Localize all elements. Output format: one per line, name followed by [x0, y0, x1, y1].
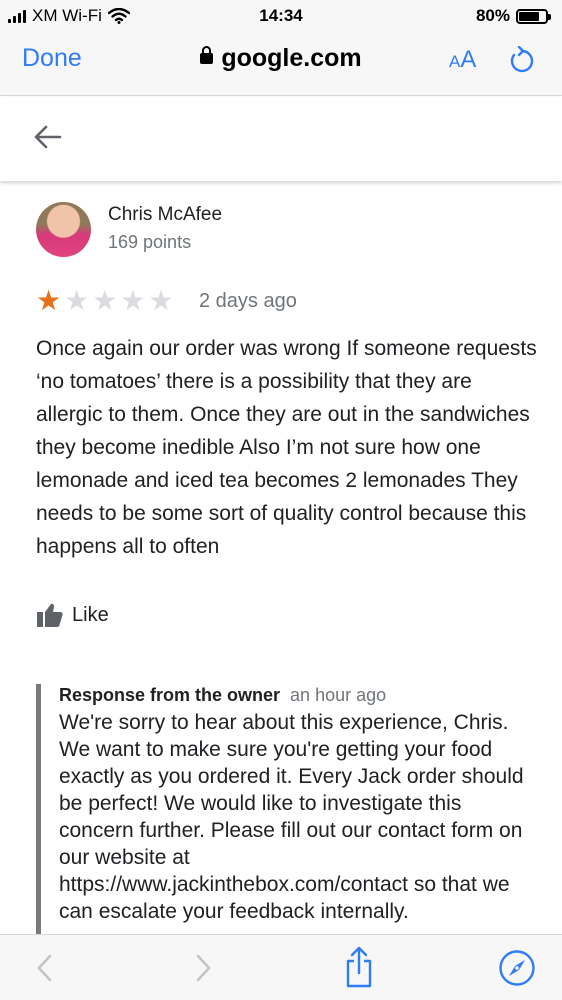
reviewer-points: 169 points	[108, 232, 192, 252]
chevron-left-icon[interactable]	[32, 952, 58, 984]
star-filled-icon: ★	[36, 285, 62, 316]
star-empty-icon: ★	[120, 285, 146, 316]
url-display[interactable]: google.com	[0, 44, 562, 73]
status-right: 80%	[475, 6, 551, 26]
text-size-button[interactable]: AA	[449, 46, 476, 74]
page-header	[0, 97, 562, 181]
lock-icon	[200, 46, 214, 64]
bottom-toolbar	[0, 934, 562, 1000]
like-button[interactable]: Like	[36, 602, 109, 628]
url-text: google.com	[221, 44, 362, 72]
avatar[interactable]	[36, 202, 91, 257]
review-text: Once again our order was wrong If someon…	[36, 337, 537, 558]
battery-fill	[519, 11, 540, 21]
battery-icon	[516, 8, 551, 24]
star-rating: ★ ★ ★ ★ ★	[36, 286, 174, 316]
share-icon[interactable]	[342, 945, 376, 989]
star-empty-icon: ★	[148, 285, 174, 316]
text-size-large-label: A	[460, 46, 477, 73]
thumbs-up-icon	[37, 603, 63, 627]
star-empty-icon: ★	[64, 285, 90, 316]
battery-percent: 80%	[475, 6, 510, 25]
response-time: an hour ago	[290, 685, 387, 705]
reviewer-name[interactable]: Chris McAfee	[108, 204, 222, 226]
status-bar: XM Wi-Fi 14:34 80%	[0, 0, 562, 32]
chevron-right-icon[interactable]	[190, 952, 216, 984]
compass-icon[interactable]	[498, 949, 536, 987]
response-text: We're sorry to hear about this experienc…	[59, 711, 524, 923]
owner-response: Response from the owner an hour ago We're…	[36, 684, 546, 936]
review-date: 2 days ago	[199, 290, 297, 312]
arrow-left-icon[interactable]	[32, 123, 64, 151]
response-header: Response from the owner an hour ago	[59, 684, 546, 706]
like-label: Like	[72, 603, 109, 626]
reload-icon[interactable]	[505, 46, 539, 76]
text-size-small-label: A	[449, 52, 461, 71]
response-title: Response from the owner	[59, 685, 281, 705]
browser-bar: Done google.com AA	[0, 32, 562, 96]
star-empty-icon: ★	[92, 285, 118, 316]
